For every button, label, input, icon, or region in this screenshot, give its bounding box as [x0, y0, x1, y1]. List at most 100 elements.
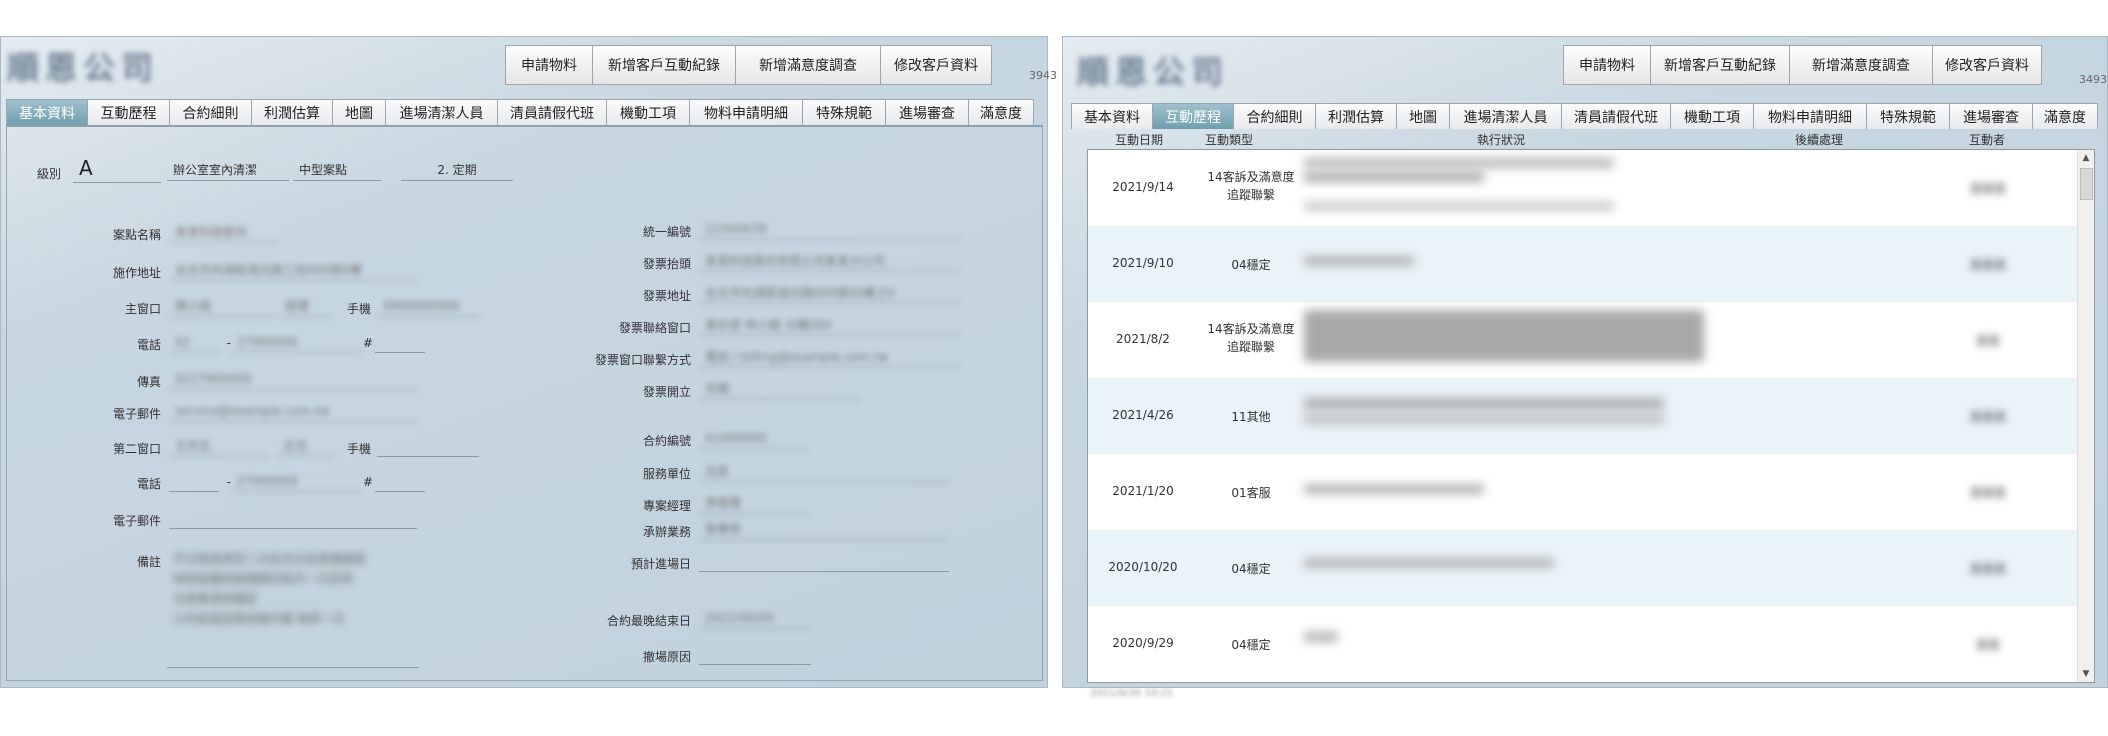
add-interaction-record-button[interactable]: 新增客戶互動紀錄 [1650, 45, 1790, 85]
phone2-label: 電話 [136, 477, 161, 491]
service-type-field[interactable]: 辦公室室內清潔 [167, 161, 289, 181]
grade-label: 級別 [36, 167, 61, 181]
phone2-field[interactable]: 27900000 [231, 472, 361, 492]
tab-mobile-tasks[interactable]: 機動工項 [1670, 103, 1754, 129]
tab-entry-review[interactable]: 進場審查 [885, 99, 969, 125]
tab-profit-estimate[interactable]: 利潤估算 [1315, 103, 1397, 129]
email2-field[interactable] [169, 509, 417, 529]
address-field[interactable]: 台北市內湖區瑞光路三段000號0樓 [169, 261, 417, 281]
cycle-field[interactable]: 2. 定期 [401, 161, 513, 181]
row-actor: 某某 [1975, 334, 2000, 348]
add-interaction-record-button[interactable]: 新增客戶互動紀錄 [592, 45, 736, 85]
table-row[interactable]: 2021/4/26 11其他 某某某 [1088, 378, 2078, 454]
tab-special-rules[interactable]: 特殊規範 [1866, 103, 1950, 129]
tab-entry-review[interactable]: 進場審查 [1949, 103, 2033, 129]
row-type: 01客服 [1231, 486, 1271, 500]
phone-area-field[interactable]: 02 [169, 333, 219, 353]
note-field[interactable]: 平日每週清潔二次並含垃圾清運處理 地毯吸塵與玻璃擦拭每月一次安排 注意事項待確認… [167, 549, 419, 668]
tab-leave-substitute[interactable]: 清員請假代班 [497, 99, 607, 125]
invoice-title-field[interactable]: 某某科技股份有限公司某某分公司 [699, 252, 961, 272]
tab-map[interactable]: 地圖 [332, 99, 386, 125]
table-row[interactable]: 2021/8/2 14客訴及滿意度 追蹤聯繫 某某 [1088, 302, 2078, 378]
tab-interaction-history[interactable]: 互動歷程 [1152, 103, 1234, 129]
execution-text-redacted [1304, 202, 1614, 210]
invoice-contact-field[interactable]: 會計部 林小姐 分機000 [699, 316, 961, 336]
project-manager-field[interactable]: 李經理 [699, 494, 809, 514]
table-row[interactable]: 2020/9/29 04穩定 某某 [1088, 606, 2078, 682]
edit-customer-info-button[interactable]: 修改客戶資料 [1932, 45, 2042, 85]
invoice-contact-method-field[interactable]: 電話 / billing@example.com.tw [699, 348, 961, 368]
grade-field[interactable]: A [73, 157, 161, 183]
mobile2-field[interactable] [377, 437, 479, 457]
row-date: 2020/9/29 [1112, 636, 1174, 650]
tab-contract-details[interactable]: 合約細則 [1233, 103, 1316, 129]
request-materials-button[interactable]: 申請物料 [505, 45, 593, 85]
row-actor: 某某 [1975, 638, 2000, 652]
invoice-address-label: 發票地址 [642, 289, 691, 303]
table-row[interactable]: 2020/10/20 04穩定 某某某 [1088, 530, 2078, 606]
expected-entry-field[interactable] [699, 552, 949, 572]
table-row[interactable]: 2021/1/20 01客服 某某某 [1088, 454, 2078, 530]
row-type: 14客訴及滿意度 追蹤聯繫 [1198, 168, 1304, 204]
fax-label: 傳真 [136, 375, 161, 389]
site-name-field[interactable]: 某某科技股份 [169, 223, 279, 243]
phone2-ext-field[interactable] [375, 472, 425, 492]
request-materials-button[interactable]: 申請物料 [1563, 45, 1651, 85]
contract-no-label: 合約編號 [642, 434, 691, 448]
tab-basic-info[interactable]: 基本資料 [1071, 103, 1153, 129]
contact2-field[interactable]: 王先生 [169, 437, 269, 457]
add-satisfaction-survey-button[interactable]: 新增滿意度調查 [735, 45, 881, 85]
row-type: 04穩定 [1231, 258, 1271, 272]
tab-cleaning-staff[interactable]: 進場清潔人員 [1449, 103, 1562, 129]
tab-profit-estimate[interactable]: 利潤估算 [251, 99, 333, 125]
tab-contract-details[interactable]: 合約細則 [169, 99, 252, 125]
tab-satisfaction[interactable]: 滿意度 [2032, 103, 2098, 129]
service-unit-field[interactable]: 北區 [699, 462, 949, 482]
tab-map[interactable]: 地圖 [1396, 103, 1450, 129]
email-field[interactable]: service@example.com.tw [169, 402, 417, 422]
add-satisfaction-survey-button[interactable]: 新增滿意度調查 [1789, 45, 1933, 85]
phone-field[interactable]: 27900000 [231, 333, 361, 353]
phone2-area-field[interactable] [169, 472, 219, 492]
sales-field[interactable]: 張專員 [699, 520, 949, 540]
table-row[interactable]: 2021/9/14 14客訴及滿意度 追蹤聯繫 某某某 [1088, 150, 2078, 226]
tax-id-field[interactable]: 12345678 [699, 220, 961, 240]
table-row[interactable]: 2021/9/10 04穩定 某某某 [1088, 226, 2078, 302]
tab-satisfaction[interactable]: 滿意度 [968, 99, 1034, 125]
tab-basic-info[interactable]: 基本資料 [6, 99, 88, 125]
fax-field[interactable]: 0227900000 [169, 370, 417, 390]
action-toolbar: 申請物料 新增客戶互動紀錄 新增滿意度調查 修改客戶資料 [505, 45, 992, 85]
invoice-issue-field[interactable]: 月開 [699, 380, 859, 400]
tab-leave-substitute[interactable]: 清員請假代班 [1561, 103, 1671, 129]
contract-no-field[interactable]: A1000000 [699, 429, 809, 449]
tab-mobile-tasks[interactable]: 機動工項 [606, 99, 690, 125]
note-line: 公共區域定期消毒作業 每季一次 [173, 612, 345, 626]
sales-label: 承辦業務 [642, 525, 691, 539]
tab-cleaning-staff[interactable]: 進場清潔人員 [385, 99, 498, 125]
mobile-field[interactable]: 0900000000 [377, 297, 479, 317]
tab-material-requests[interactable]: 物料申請明細 [689, 99, 803, 125]
phone-ext-field[interactable] [375, 333, 425, 353]
exit-reason-field[interactable] [699, 645, 811, 665]
note-label: 備註 [136, 555, 161, 569]
edit-customer-info-button[interactable]: 修改客戶資料 [880, 45, 992, 85]
site-size-field[interactable]: 中型案點 [293, 161, 381, 181]
tab-material-requests[interactable]: 物料申請明細 [1753, 103, 1867, 129]
expected-entry-label: 預計進場日 [630, 557, 691, 571]
tab-interaction-history[interactable]: 互動歷程 [87, 99, 170, 125]
contact1-title-field[interactable]: 經理 [279, 297, 333, 317]
invoice-address-field[interactable]: 台北市內湖區瑞光路000號00樓之0 [699, 284, 961, 304]
scroll-up-arrow-icon[interactable]: ▲ [2078, 150, 2094, 166]
execution-text-redacted [1304, 256, 1414, 266]
table-scrollbar[interactable]: ▲ ▼ [2077, 150, 2094, 682]
scroll-thumb[interactable] [2080, 168, 2093, 200]
scroll-down-arrow-icon[interactable]: ▼ [2078, 666, 2094, 682]
tab-special-rules[interactable]: 特殊規範 [802, 99, 886, 125]
contract-end-field[interactable]: 2022/00/00 [699, 609, 811, 629]
row-type-line: 14客訴及滿意度 [1207, 170, 1295, 184]
contact2-title-field[interactable]: 主任 [277, 437, 335, 457]
row-date: 2021/4/26 [1112, 408, 1174, 422]
col-head-type: 互動類型 [1205, 133, 1254, 147]
phone-ext-hash: # [363, 336, 374, 350]
contact1-field[interactable]: 陳小姐 [169, 297, 275, 317]
